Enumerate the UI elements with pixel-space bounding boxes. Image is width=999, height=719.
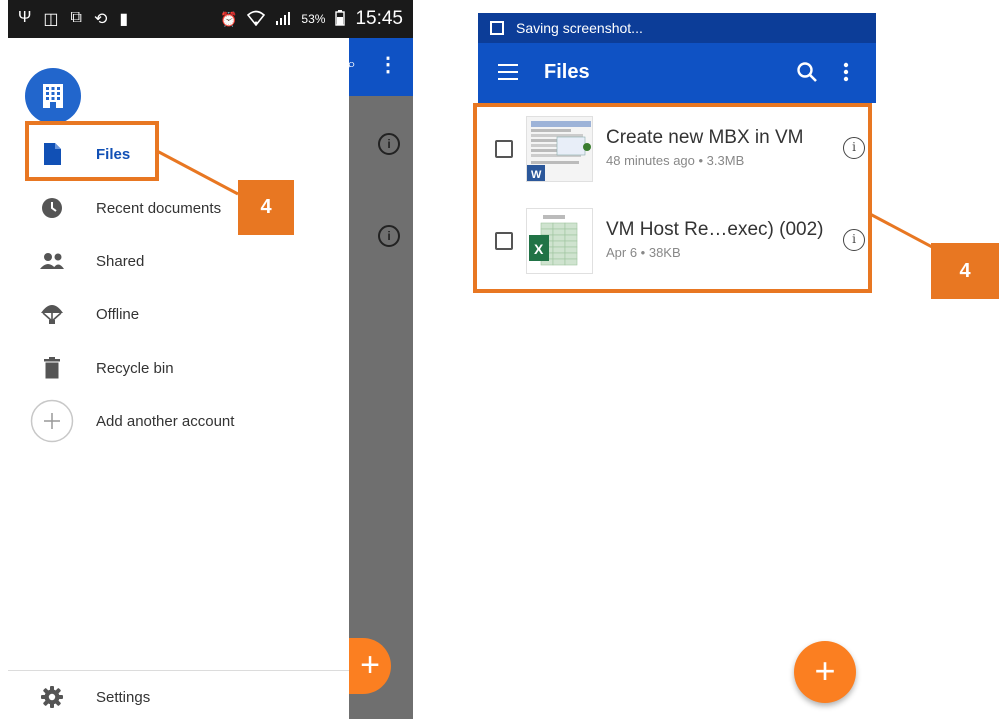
more-icon: ⋮ (378, 54, 398, 76)
status-bar: Saving screenshot... (478, 13, 876, 43)
background-app-bar: ⌕ ⋮ (347, 38, 413, 96)
account-avatar[interactable] (25, 68, 81, 124)
drawer-item-shared[interactable]: Shared (8, 237, 349, 285)
status-notification: Saving screenshot... (516, 20, 643, 36)
menu-icon[interactable] (498, 64, 518, 80)
left-phone-screen: Ψ ◫ ⧉ ⟲ ▮ ⏰ 53% 15:45 ⌕ ⋮ i i + Files Re… (8, 0, 413, 719)
signal-icon (275, 11, 291, 28)
search-icon: ⌕ (347, 56, 356, 73)
background-app-scrim[interactable]: ⌕ ⋮ i i + (347, 38, 413, 719)
info-icon: i (378, 225, 400, 247)
gear-icon (38, 683, 66, 711)
drawer-item-label: Recycle bin (96, 359, 174, 377)
search-icon[interactable] (796, 61, 818, 83)
drawer-item-add-account[interactable]: Add another account (8, 397, 349, 445)
offline-parachute-icon (38, 300, 66, 328)
drawer-item-label: Settings (96, 688, 151, 706)
info-icon: i (378, 133, 400, 155)
drawer-item-label: Shared (96, 252, 145, 270)
drawer-item-label: Add another account (96, 412, 235, 430)
page-title: Files (544, 61, 590, 83)
sim-icon: ▮ (119, 11, 129, 28)
battery-icon (335, 9, 346, 29)
highlight-box-files-list (473, 103, 872, 293)
plus-circle-icon (30, 399, 74, 443)
add-fab[interactable]: + (794, 641, 856, 703)
screenshot-icon (490, 21, 504, 35)
drawer-item-offline[interactable]: Offline (8, 290, 349, 338)
trash-icon (38, 354, 66, 382)
screenshot-icon: ⧉ (70, 9, 82, 26)
clock-icon (38, 194, 66, 222)
highlight-box-files (25, 121, 159, 181)
drawer-item-recycle-bin[interactable]: Recycle bin (8, 344, 349, 392)
usb-icon: Ψ (18, 9, 32, 26)
more-icon[interactable] (843, 62, 849, 82)
wifi-icon (247, 10, 266, 29)
drawer-item-label: Recent documents (96, 199, 222, 217)
status-time: 15:45 (355, 8, 403, 29)
drawer-item-label: Offline (96, 305, 140, 323)
battery-percent: 53% (301, 12, 326, 26)
callout-badge: 4 (931, 243, 999, 299)
alarm-icon: ⏰ (219, 10, 238, 27)
add-fab-partial: + (349, 638, 391, 694)
app-bar: Files (478, 43, 876, 103)
sync-icon: ⟲ (93, 11, 108, 28)
status-bar: Ψ ◫ ⧉ ⟲ ▮ ⏰ 53% 15:45 (8, 0, 413, 38)
drawer-item-recent-documents[interactable]: Recent documents (8, 184, 349, 232)
building-icon (43, 84, 63, 108)
gallery-icon: ◫ (43, 11, 59, 28)
divider (8, 670, 349, 671)
callout-badge: 4 (238, 180, 294, 235)
drawer-item-settings[interactable]: Settings (8, 673, 349, 719)
people-icon (38, 247, 66, 275)
